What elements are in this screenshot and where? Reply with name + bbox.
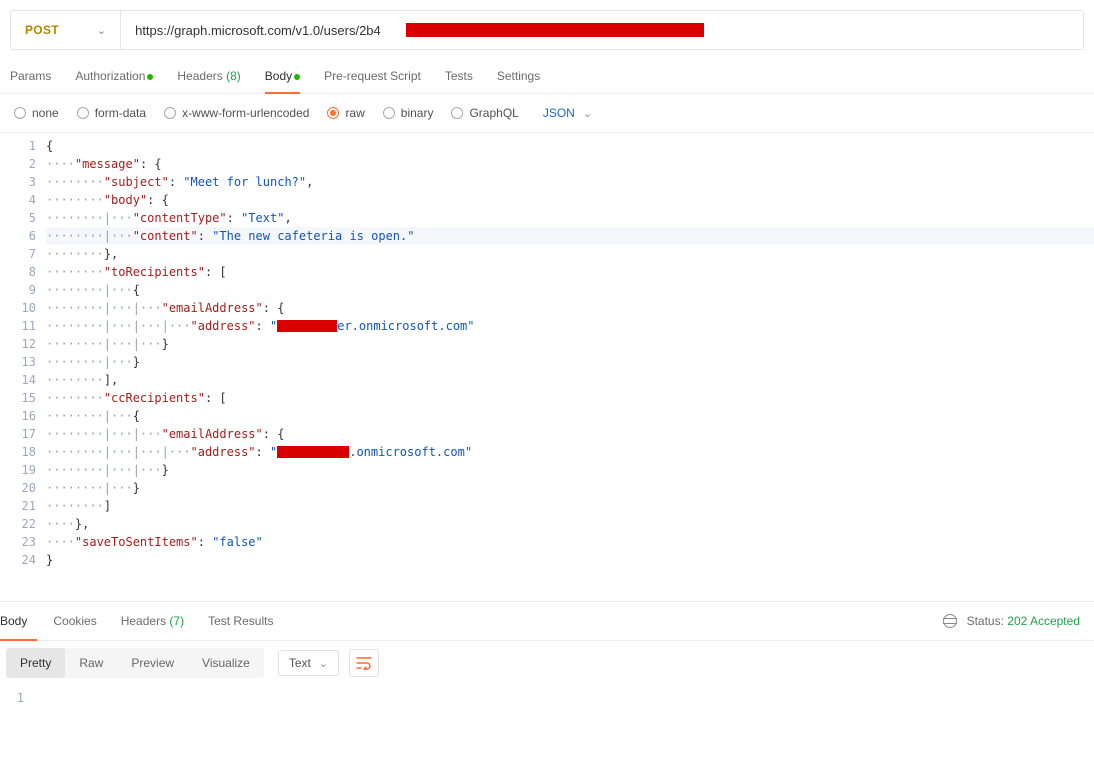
resp-tab-body[interactable]: Body: [0, 602, 41, 640]
wrap-icon: [356, 656, 372, 670]
chevron-down-icon: ⌄: [319, 657, 328, 670]
tab-settings[interactable]: Settings: [497, 69, 540, 93]
tab-headers-label: Headers: [177, 69, 222, 83]
status-value: 202 Accepted: [1007, 614, 1080, 628]
tab-authorization[interactable]: Authorization: [75, 69, 153, 93]
chevron-down-icon: ⌄: [583, 107, 592, 120]
http-method-select[interactable]: POST ⌄: [11, 11, 121, 49]
response-format-label: Text: [289, 656, 311, 670]
radio-binary[interactable]: binary: [383, 106, 434, 120]
radio-raw[interactable]: raw: [327, 106, 364, 120]
dot-icon: [147, 74, 153, 80]
response-body-editor[interactable]: 1: [0, 685, 1094, 711]
radio-formdata[interactable]: form-data: [77, 106, 146, 120]
radio-none[interactable]: none: [14, 106, 59, 120]
resp-code-area[interactable]: [34, 685, 1094, 711]
wrap-lines-button[interactable]: [349, 649, 379, 677]
radio-formdata-label: form-data: [95, 106, 146, 120]
resp-tab-testresults[interactable]: Test Results: [196, 602, 285, 640]
tab-params[interactable]: Params: [10, 69, 51, 93]
resp-tab-cookies[interactable]: Cookies: [41, 602, 108, 640]
resp-headers-count: (7): [169, 614, 184, 628]
body-format-select[interactable]: JSON ⌄: [543, 106, 592, 120]
tab-prerequest[interactable]: Pre-request Script: [324, 69, 421, 93]
tab-tests[interactable]: Tests: [445, 69, 473, 93]
view-pretty[interactable]: Pretty: [6, 648, 65, 678]
chevron-down-icon: ⌄: [97, 24, 106, 37]
redaction-bar: [406, 23, 704, 37]
radio-none-label: none: [32, 106, 59, 120]
resp-line-gutter: 1: [0, 685, 34, 711]
tab-body[interactable]: Body: [265, 69, 300, 93]
response-view-segment: Pretty Raw Preview Visualize: [6, 648, 264, 678]
globe-icon: [943, 614, 957, 628]
tab-auth-label: Authorization: [75, 69, 145, 83]
resp-headers-label: Headers: [121, 614, 166, 628]
line-gutter: 123456789101112131415161718192021222324: [0, 133, 46, 573]
radio-raw-label: raw: [345, 106, 364, 120]
response-tabs: Body Cookies Headers (7) Test Results St…: [0, 601, 1094, 641]
radio-xwww-label: x-www-form-urlencoded: [182, 106, 309, 120]
dot-icon: [294, 74, 300, 80]
tab-headers-count: (8): [226, 69, 241, 83]
body-options-row: none form-data x-www-form-urlencoded raw…: [0, 94, 1094, 133]
request-tabs: Params Authorization Headers (8) Body Pr…: [0, 58, 1094, 94]
radio-xwww[interactable]: x-www-form-urlencoded: [164, 106, 309, 120]
view-preview[interactable]: Preview: [117, 648, 188, 678]
tab-headers[interactable]: Headers (8): [177, 69, 240, 93]
request-bar: POST ⌄: [10, 10, 1084, 50]
radio-binary-label: binary: [401, 106, 434, 120]
redaction-bar: [277, 446, 349, 458]
view-visualize[interactable]: Visualize: [188, 648, 264, 678]
code-area[interactable]: { ····"message": { ········"subject": "M…: [46, 133, 1094, 573]
redaction-bar: [277, 320, 337, 332]
request-body-editor[interactable]: 123456789101112131415161718192021222324 …: [0, 133, 1094, 573]
view-raw[interactable]: Raw: [65, 648, 117, 678]
radio-graphql-label: GraphQL: [469, 106, 518, 120]
url-wrap: [121, 11, 1083, 49]
status-area: Status: 202 Accepted: [943, 614, 1088, 628]
tab-body-label: Body: [265, 69, 292, 83]
resp-tab-headers[interactable]: Headers (7): [109, 602, 196, 640]
http-method-label: POST: [25, 23, 59, 37]
response-format-select[interactable]: Text ⌄: [278, 650, 339, 676]
radio-graphql[interactable]: GraphQL: [451, 106, 518, 120]
response-toolbar: Pretty Raw Preview Visualize Text ⌄: [0, 641, 1094, 685]
body-format-label: JSON: [543, 106, 575, 120]
status-label: Status:: [967, 614, 1004, 628]
